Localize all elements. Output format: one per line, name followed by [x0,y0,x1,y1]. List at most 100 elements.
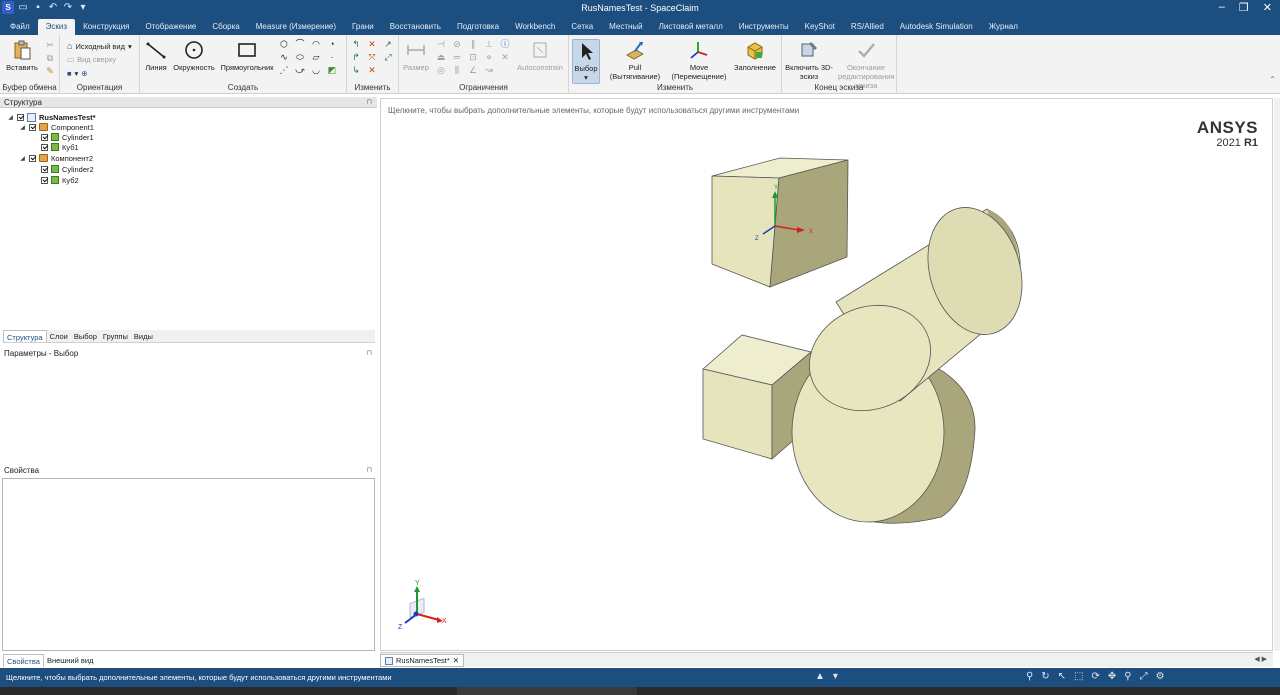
tree-node-kub2[interactable]: Куб2 [41,175,79,185]
offset-curve-icon[interactable]: ⤧ [366,52,378,63]
vertical-constraint-icon[interactable]: ⫼ [451,65,463,76]
fit-icon[interactable]: ⤢ [1140,671,1148,682]
pan-icon[interactable]: ✥ [1108,671,1116,682]
warning-icon[interactable]: ▲ [815,671,825,682]
parallel-constraint-icon[interactable]: ∥ [467,39,479,50]
split-curve-icon[interactable]: ✕ [366,39,378,50]
tab-9[interactable]: Workbench [507,19,563,35]
visibility-checkbox[interactable] [29,154,36,162]
tree-node-kub1[interactable]: Куб1 [41,142,79,152]
tab-groups[interactable]: Группы [100,330,131,342]
construction-line-icon[interactable]: ⋰ [278,65,290,76]
cube-top[interactable]: Y X Z [711,157,849,288]
visibility-checkbox[interactable] [41,133,48,141]
cut-icon[interactable]: ✂ [44,40,56,51]
mirror-icon[interactable]: ✕ [366,65,378,76]
tab-6[interactable]: Грани [344,19,382,35]
concentric-constraint-icon[interactable]: ◎ [435,65,447,76]
tab-0[interactable]: Файл [2,19,38,35]
view-cube-button[interactable]: ■ ▾ ⊕ [67,69,88,78]
visibility-checkbox[interactable] [17,113,24,121]
tab-12[interactable]: Листовой металл [651,19,731,35]
box-select-icon[interactable]: ⬚ [1074,671,1083,682]
tab-4[interactable]: Сборка [204,19,247,35]
spline-icon[interactable]: ∿ [278,52,290,63]
chevron-left-icon[interactable]: ◀ [1254,656,1259,663]
tree-node-cylinder1[interactable]: Cylinder1 [41,132,94,142]
three-point-rect-icon[interactable]: ▱ [310,52,322,63]
visibility-checkbox[interactable] [29,123,36,131]
tab-8[interactable]: Подготовка [449,19,507,35]
pin-icon[interactable]: ⊓ [367,465,372,476]
point-icon[interactable]: · [326,52,338,63]
polygon-icon[interactable]: ⬡ [278,39,290,50]
curvature-constraint-icon[interactable]: ↝ [483,65,495,76]
tab-selection[interactable]: Выбор [71,330,100,342]
equal-constraint-icon[interactable]: ═ [451,52,463,63]
tree-node-cylinder2[interactable]: Cylinder2 [41,164,94,174]
visibility-checkbox[interactable] [41,165,48,173]
spin-icon[interactable]: ⟳ [1092,671,1100,682]
tab-3[interactable]: Отображение [138,19,205,35]
tab-views[interactable]: Виды [131,330,156,342]
fill-button[interactable]: Заполнение [731,39,779,72]
scale-icon[interactable]: ⤢ [382,52,394,63]
tab-17[interactable]: Журнал [981,19,1026,35]
select-button[interactable]: Выбор ▾ [572,39,600,84]
tab-1[interactable]: Эскиз [37,19,76,35]
tree-node-component2[interactable]: ◢ Компонент2 [19,153,93,163]
vertical-scrollbar[interactable] [1274,98,1280,651]
snap-icon[interactable]: ⚲ [1026,671,1033,682]
tree-node-root[interactable]: ◢ RusNamesTest* [7,112,96,122]
dimension-button[interactable]: Размер [401,39,431,72]
tree-node-component1[interactable]: ◢ Component1 [19,122,94,132]
pin-icon[interactable]: ⊓ [367,97,372,108]
ellipse-icon[interactable]: ⬭ [294,52,306,63]
circle-button[interactable]: Окружность [172,39,216,72]
pin-icon[interactable]: ⊓ [367,348,372,359]
collapse-icon[interactable]: ◢ [19,124,26,131]
tab-11[interactable]: Местный [601,19,651,35]
ribbon-collapse-icon[interactable]: ⌃ [1269,75,1276,84]
trim-icon[interactable]: ↰ [350,39,362,50]
fillet-icon[interactable]: ↳ [350,65,362,76]
rectangle-button[interactable]: Прямоугольник [219,39,275,72]
midpoint-constraint-icon[interactable]: ⋄ [483,52,495,63]
tab-5[interactable]: Measure (Измерение) [248,19,344,35]
tab-appearance[interactable]: Внешний вид [44,654,97,667]
paste-button[interactable]: Вставить [4,39,40,72]
visibility-checkbox[interactable] [41,176,48,184]
offset-icon[interactable]: ◡ [310,65,322,76]
corner-icon[interactable]: ↱ [350,52,362,63]
format-painter-icon[interactable]: ✎ [44,66,56,77]
home-view-button[interactable]: ⌂ Исходный вид ▾ [67,41,132,51]
bend-icon[interactable]: ↗ [382,39,394,50]
chevron-down-icon[interactable]: ▾ [833,671,838,682]
tab-7[interactable]: Восстановить [382,19,449,35]
tangent-line-icon[interactable]: ⤻ [294,65,306,76]
face-curve-icon[interactable]: ◩ [326,65,338,76]
perpendicular-constraint-icon[interactable]: ⟂ [483,39,495,50]
collapse-icon[interactable]: ◢ [7,114,14,121]
tab-structure[interactable]: Структура [3,330,47,342]
close-icon[interactable]: ✕ [453,655,459,666]
tab-15[interactable]: RS/Allied [843,19,892,35]
tab-10[interactable]: Сетка [563,19,601,35]
move-button[interactable]: Move (Перемещение) [669,39,729,81]
delete-constraint-icon[interactable]: ✕ [499,52,511,63]
three-point-arc-icon[interactable]: ◠ [310,39,322,50]
tab-properties[interactable]: Свойства [3,654,44,667]
horizontal-constraint-icon[interactable]: ⊣ [435,39,447,50]
tab-13[interactable]: Инструменты [731,19,797,35]
pull-button[interactable]: Pull (Вытягивание) [603,39,667,81]
enable-3d-sketch-button[interactable]: Включить 3D- эскиз [785,39,833,81]
collapse-icon[interactable]: ◢ [19,155,26,162]
design-viewport[interactable]: Щелкните, чтобы выбрать дополнительные э… [380,98,1273,651]
autoconstrain-button[interactable]: Autoconstrain [515,39,565,72]
document-tab[interactable]: RusNamesTest* ✕ [380,654,465,667]
rotate-icon[interactable]: ↻ [1041,671,1049,682]
coincident-constraint-icon[interactable]: ⊡ [467,52,479,63]
select-cursor-icon[interactable]: ↖ [1058,671,1066,682]
visibility-checkbox[interactable] [41,143,48,151]
tab-16[interactable]: Autodesk Simulation [892,19,981,35]
